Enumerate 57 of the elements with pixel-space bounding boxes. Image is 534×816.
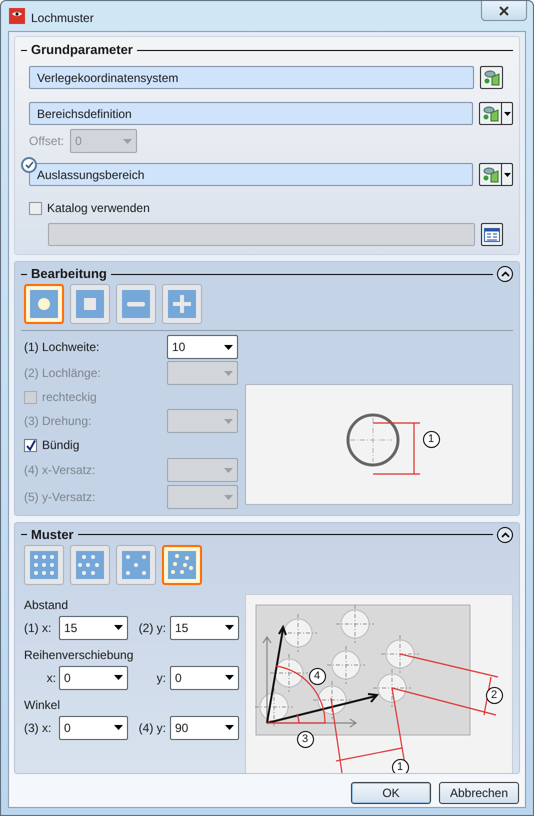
- app-logo-icon: [9, 8, 25, 24]
- combo-box[interactable]: 0: [59, 716, 128, 740]
- collapse-icon[interactable]: [497, 526, 513, 543]
- combo-box[interactable]: 0: [59, 666, 128, 690]
- field-label: (1) Lochweite:: [24, 339, 100, 356]
- checkbox[interactable]: [29, 202, 42, 214]
- section-title: Bearbeitung: [31, 265, 107, 284]
- field-label: x:: [46, 670, 57, 686]
- close-icon: [498, 6, 510, 16]
- field-label: (3) x:: [24, 720, 52, 736]
- combo-box[interactable]: 0: [170, 666, 239, 690]
- cross-hole-button[interactable]: [162, 284, 202, 324]
- combo-box[interactable]: 10: [167, 335, 238, 359]
- square-hole-button[interactable]: [70, 284, 110, 324]
- reference-field[interactable]: Auslassungsbereich: [29, 163, 473, 186]
- reference-field[interactable]: Bereichsdefinition: [29, 102, 473, 125]
- section-title: Muster: [31, 526, 74, 544]
- ok-button[interactable]: OK: [351, 782, 431, 804]
- catalog-icon: [484, 228, 500, 242]
- group-label: Reihenverschiebung: [24, 646, 134, 662]
- checkbox-label: Bündig: [42, 437, 80, 454]
- checkbox[interactable]: [24, 438, 37, 452]
- callout-number: 2: [486, 686, 503, 704]
- grid-pattern-button[interactable]: [24, 544, 64, 584]
- group-label: Winkel: [24, 696, 62, 712]
- group-label: Abstand: [24, 596, 70, 612]
- field-label: Offset:: [29, 133, 64, 150]
- field-label: (1) x:: [24, 620, 52, 636]
- combo-box[interactable]: 90: [170, 716, 239, 740]
- cancel-button[interactable]: Abbrechen: [439, 782, 519, 804]
- field-label: y:: [156, 670, 167, 686]
- slot-hole-button[interactable]: [116, 284, 156, 324]
- field-label: (4) x-Versatz:: [24, 462, 96, 479]
- reference-field[interactable]: Verlegekoordinatensystem: [29, 66, 474, 89]
- callout-number: 1: [392, 758, 409, 773]
- field-label: (2) Lochlänge:: [24, 365, 102, 382]
- catalog-button[interactable]: [481, 223, 503, 246]
- field-label: (2) y:: [138, 620, 167, 636]
- checkbox-label: rechteckig: [42, 389, 97, 406]
- pick-button[interactable]: [480, 66, 503, 89]
- close-button[interactable]: [481, 1, 527, 21]
- field-label: (4) y:: [138, 720, 167, 736]
- combo-box[interactable]: 15: [59, 616, 128, 640]
- callout-number: 1: [422, 431, 440, 448]
- checkbox-label: Katalog verwenden: [47, 200, 150, 217]
- field-label: (3) Drehung:: [24, 413, 92, 430]
- staggered-pattern-button[interactable]: [70, 544, 110, 584]
- field-label: (5) y-Versatz:: [24, 489, 96, 506]
- collapse-icon[interactable]: [497, 266, 513, 282]
- pick-button[interactable]: [479, 102, 513, 125]
- round-hole-button[interactable]: [24, 284, 64, 324]
- sparse-pattern-button[interactable]: [116, 544, 156, 584]
- combo-box[interactable]: 15: [170, 616, 239, 640]
- rotated-pattern-button[interactable]: [162, 544, 202, 584]
- pick-button[interactable]: [479, 163, 513, 186]
- section-title: Grundparameter: [31, 41, 133, 60]
- window-title: Lochmuster: [31, 10, 94, 27]
